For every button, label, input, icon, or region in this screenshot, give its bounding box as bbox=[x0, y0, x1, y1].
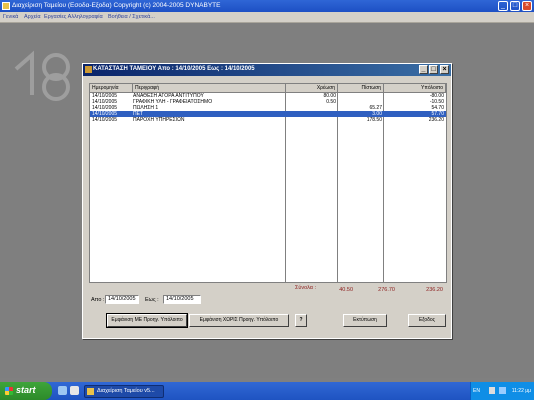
column-header-debit[interactable]: Χρέωση bbox=[286, 84, 338, 93]
menu-bar: Γενικά Αρχεία Εργασίες Αλληλογραφία Βοήθ… bbox=[0, 12, 534, 23]
taskbar bbox=[0, 382, 534, 400]
main-window-titlebar[interactable]: Διαχείριση Ταμείου (Εσοδα-Εξοδα) Copyrig… bbox=[0, 0, 534, 12]
maximize-button[interactable]: □ bbox=[510, 1, 520, 11]
total-balance: 236.20 bbox=[426, 287, 443, 293]
dialog-title: ΚΑΤΑΣΤΑΣΗ ΤΑΜΕΙΟΥ Απο : 14/10/2005 Εως :… bbox=[93, 66, 255, 72]
help-button[interactable]: ? bbox=[295, 314, 307, 327]
column-header-credit[interactable]: Πίστωση bbox=[338, 84, 384, 93]
totals-label: Σύνολα : bbox=[295, 285, 317, 291]
minimize-button[interactable]: _ bbox=[498, 1, 508, 11]
show-with-previous-balance-button[interactable]: Εμφάνιση ΜΕ Προηγ. Υπόλοιπο bbox=[106, 313, 188, 328]
column-header-description[interactable]: Περιγραφή bbox=[133, 84, 286, 93]
show-without-previous-balance-button[interactable]: Εμφάνιση ΧΩΡΙΣ Προηγ. Υπόλοιπο bbox=[189, 314, 289, 327]
row-balance: 236.20 bbox=[428, 117, 444, 123]
start-button[interactable]: start bbox=[0, 382, 52, 400]
system-tray: EN 11:22 μμ bbox=[470, 382, 534, 400]
main-window-title: Διαχείριση Ταμείου (Εσοδα-Εξοδα) Copyrig… bbox=[12, 2, 221, 9]
windows-logo-icon bbox=[5, 387, 13, 395]
total-debit: 40.50 bbox=[339, 287, 353, 293]
close-button[interactable]: × bbox=[522, 1, 532, 11]
volume-icon[interactable] bbox=[489, 387, 495, 394]
dialog-close-button[interactable]: × bbox=[440, 65, 449, 74]
column-header-balance[interactable]: Υπόλοιπο bbox=[384, 84, 446, 93]
taskbar-app-label: Διαχείριση Ταμείου v5... bbox=[97, 388, 155, 394]
network-icon[interactable] bbox=[499, 387, 506, 394]
dialog-titlebar[interactable]: ΚΑΤΑΣΤΑΣΗ ΤΑΜΕΙΟΥ Απο : 14/10/2005 Εως :… bbox=[83, 64, 451, 76]
to-date-field[interactable]: 14/10/2005 bbox=[163, 295, 201, 304]
watermark-logo-icon bbox=[14, 50, 70, 101]
from-date-label: Απο : bbox=[91, 297, 105, 303]
start-label: start bbox=[16, 385, 36, 395]
print-button[interactable]: Εκτύπωση bbox=[343, 314, 387, 327]
language-indicator[interactable]: EN bbox=[473, 388, 480, 394]
cash-status-dialog: ΚΑΤΑΣΤΑΣΗ ΤΑΜΕΙΟΥ Απο : 14/10/2005 Εως :… bbox=[82, 63, 452, 339]
desktop-icon[interactable] bbox=[70, 386, 79, 395]
total-credit: 276.70 bbox=[378, 287, 395, 293]
browser-icon[interactable] bbox=[58, 386, 67, 395]
row-date: 14/10/2005 bbox=[92, 117, 118, 123]
dialog-maximize-button[interactable]: □ bbox=[429, 65, 438, 74]
transactions-grid[interactable]: Ημερομηνία Περιγραφή Χρέωση Πίστωση Υπόλ… bbox=[89, 83, 447, 283]
row-credit: 178.50 bbox=[366, 117, 382, 123]
menu-item-general[interactable]: Γενικά bbox=[3, 14, 18, 20]
menu-item-files[interactable]: Αρχεία bbox=[24, 14, 41, 20]
exit-button[interactable]: Εξοδος bbox=[408, 314, 446, 327]
app-icon bbox=[2, 2, 10, 10]
row-description: ΠΑΡΟΧΗ ΥΠΗΡΕΣΙΩΝ bbox=[133, 117, 185, 123]
to-date-label: Εως : bbox=[145, 297, 159, 303]
menu-item-help[interactable]: Βοήθεια / Σχετικά... bbox=[108, 14, 155, 20]
dialog-minimize-button[interactable]: _ bbox=[419, 65, 428, 74]
clock: 11:22 μμ bbox=[511, 388, 531, 394]
dialog-app-icon bbox=[85, 66, 92, 73]
from-date-field[interactable]: 14/10/2005 bbox=[105, 295, 139, 304]
taskbar-app-button[interactable]: Διαχείριση Ταμείου v5... bbox=[84, 385, 164, 398]
table-row[interactable]: 14/10/2005 ΠΑΡΟΧΗ ΥΠΗΡΕΣΙΩΝ 178.50 236.20 bbox=[90, 117, 446, 123]
menu-item-tasks[interactable]: Εργασίες Αλληλογραφία bbox=[44, 14, 103, 20]
column-header-date[interactable]: Ημερομηνία bbox=[90, 84, 133, 93]
app-icon bbox=[87, 388, 94, 395]
